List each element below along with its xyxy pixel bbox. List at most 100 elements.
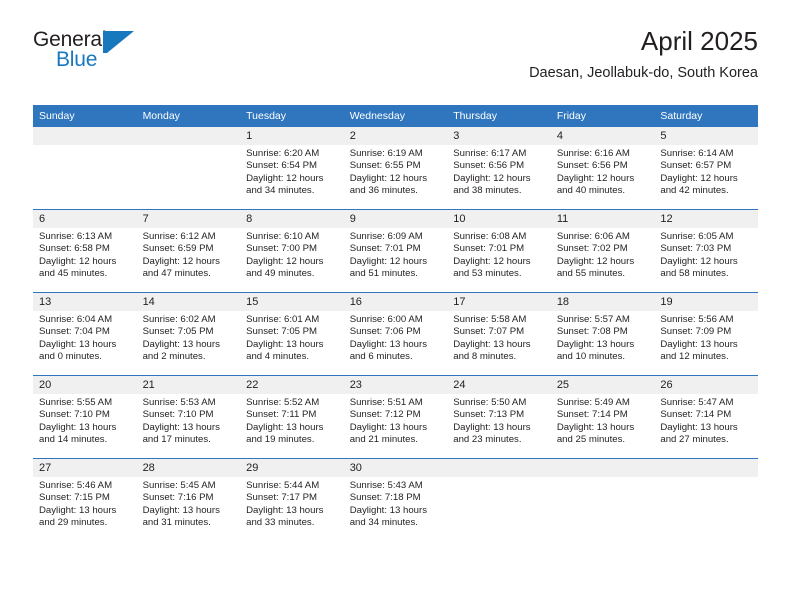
day-cell-number: 18 [550, 292, 655, 311]
sunrise-text: Sunrise: 5:57 AM [556, 314, 630, 325]
week-3-daynumbers: 13 14 15 16 17 18 19 [33, 292, 758, 311]
day-cell-number: 25 [550, 375, 655, 394]
triangle-flag-icon [103, 31, 135, 53]
weekday-header-thursday: Thursday [447, 105, 551, 127]
page-header: General Blue April 2025 Daesan, Jeollabu… [33, 26, 758, 94]
general-blue-logo: General Blue [33, 28, 163, 78]
weekday-header-monday: Monday [136, 105, 241, 127]
day-cell-details: Sunrise: 5:56 AM Sunset: 7:09 PM Dayligh… [654, 311, 758, 376]
day-cell-details: Sunrise: 6:12 AM Sunset: 6:59 PM Dayligh… [136, 228, 241, 293]
sunrise-text: Sunrise: 5:43 AM [349, 480, 423, 491]
day-cell-details [654, 477, 758, 541]
daylight-text: Daylight: 13 hours and 0 minutes. [39, 338, 117, 363]
daylight-text: Daylight: 13 hours and 8 minutes. [453, 338, 531, 363]
sunset-text: Sunset: 6:59 PM [142, 243, 214, 255]
sunset-text: Sunset: 7:06 PM [349, 326, 421, 338]
day-cell-number: 16 [343, 292, 448, 311]
day-cell-number: 15 [240, 292, 344, 311]
daylight-text: Daylight: 13 hours and 33 minutes. [246, 504, 324, 529]
sunrise-text: Sunrise: 5:49 AM [556, 397, 630, 408]
calendar-body: 1 2 3 4 5 Sunrise: 6:20 AM Sunset: 6:54 … [33, 126, 758, 541]
sunset-text: Sunset: 6:54 PM [246, 160, 318, 172]
sunset-text: Sunset: 7:11 PM [246, 409, 317, 421]
daylight-text: Daylight: 13 hours and 27 minutes. [660, 421, 738, 446]
week-1-details: Sunrise: 6:20 AM Sunset: 6:54 PM Dayligh… [33, 145, 758, 210]
daylight-text: Daylight: 12 hours and 47 minutes. [142, 255, 220, 280]
sunrise-text: Sunrise: 6:02 AM [142, 314, 216, 325]
daylight-text: Daylight: 13 hours and 21 minutes. [349, 421, 428, 446]
day-cell-number: 17 [447, 292, 551, 311]
sunrise-text: Sunrise: 6:06 AM [556, 231, 630, 242]
sunset-text: Sunset: 7:10 PM [142, 409, 214, 421]
daylight-text: Daylight: 13 hours and 4 minutes. [246, 338, 324, 363]
sunrise-text: Sunrise: 6:16 AM [556, 148, 630, 159]
calendar-page: General Blue April 2025 Daesan, Jeollabu… [0, 0, 792, 612]
weekday-header-tuesday: Tuesday [240, 105, 344, 127]
sunrise-text: Sunrise: 6:10 AM [246, 231, 320, 242]
day-cell-number: 6 [33, 209, 137, 228]
day-cell-details [447, 477, 551, 541]
daylight-text: Daylight: 12 hours and 40 minutes. [556, 172, 635, 197]
daylight-text: Daylight: 12 hours and 42 minutes. [660, 172, 738, 197]
sunrise-text: Sunrise: 5:58 AM [453, 314, 527, 325]
day-cell-details: Sunrise: 6:14 AM Sunset: 6:57 PM Dayligh… [654, 145, 758, 210]
sunrise-text: Sunrise: 5:55 AM [39, 397, 113, 408]
day-cell-details: Sunrise: 6:02 AM Sunset: 7:05 PM Dayligh… [136, 311, 241, 376]
sunrise-text: Sunrise: 6:04 AM [39, 314, 113, 325]
sunrise-text: Sunrise: 6:20 AM [246, 148, 320, 159]
sunrise-text: Sunrise: 5:52 AM [246, 397, 320, 408]
sunset-text: Sunset: 6:56 PM [453, 160, 525, 172]
daylight-text: Daylight: 12 hours and 45 minutes. [39, 255, 117, 280]
daylight-text: Daylight: 13 hours and 29 minutes. [39, 504, 117, 529]
sunset-text: Sunset: 7:12 PM [349, 409, 421, 421]
sunrise-text: Sunrise: 6:01 AM [246, 314, 320, 325]
day-cell-details: Sunrise: 6:10 AM Sunset: 7:00 PM Dayligh… [240, 228, 344, 293]
day-cell-details: Sunrise: 6:20 AM Sunset: 6:54 PM Dayligh… [240, 145, 344, 210]
day-cell-details: Sunrise: 6:01 AM Sunset: 7:05 PM Dayligh… [240, 311, 344, 376]
day-cell-details: Sunrise: 5:53 AM Sunset: 7:10 PM Dayligh… [136, 394, 241, 459]
daylight-text: Daylight: 13 hours and 31 minutes. [142, 504, 220, 529]
day-cell-number: 14 [136, 292, 241, 311]
sunset-text: Sunset: 7:05 PM [246, 326, 318, 338]
day-cell-number: 9 [343, 209, 448, 228]
daylight-text: Daylight: 13 hours and 19 minutes. [246, 421, 324, 446]
sunrise-text: Sunrise: 6:19 AM [349, 148, 423, 159]
day-cell-details: Sunrise: 5:44 AM Sunset: 7:17 PM Dayligh… [240, 477, 344, 541]
sunset-text: Sunset: 7:02 PM [556, 243, 628, 255]
day-cell-number: 21 [136, 375, 241, 394]
day-cell-details: Sunrise: 6:17 AM Sunset: 6:56 PM Dayligh… [447, 145, 551, 210]
sunrise-text: Sunrise: 5:50 AM [453, 397, 527, 408]
daylight-text: Daylight: 13 hours and 25 minutes. [556, 421, 635, 446]
sunset-text: Sunset: 7:14 PM [660, 409, 732, 421]
day-cell-details: Sunrise: 6:00 AM Sunset: 7:06 PM Dayligh… [343, 311, 448, 376]
day-cell-details: Sunrise: 6:04 AM Sunset: 7:04 PM Dayligh… [33, 311, 137, 376]
day-cell-number: 20 [33, 375, 137, 394]
daylight-text: Daylight: 13 hours and 6 minutes. [349, 338, 428, 363]
day-cell-number: 7 [136, 209, 241, 228]
day-cell-number [654, 458, 758, 477]
sunset-text: Sunset: 7:17 PM [246, 492, 318, 504]
sunrise-text: Sunrise: 6:08 AM [453, 231, 527, 242]
day-cell-details: Sunrise: 5:51 AM Sunset: 7:12 PM Dayligh… [343, 394, 448, 459]
day-cell-number: 8 [240, 209, 344, 228]
sunset-text: Sunset: 7:16 PM [142, 492, 214, 504]
sunset-text: Sunset: 7:01 PM [453, 243, 525, 255]
day-cell-details: Sunrise: 5:45 AM Sunset: 7:16 PM Dayligh… [136, 477, 241, 541]
sunset-text: Sunset: 7:09 PM [660, 326, 732, 338]
daylight-text: Daylight: 12 hours and 58 minutes. [660, 255, 738, 280]
day-cell-details: Sunrise: 5:55 AM Sunset: 7:10 PM Dayligh… [33, 394, 137, 459]
weekday-header-row: Sunday Monday Tuesday Wednesday Thursday… [33, 105, 758, 127]
sunset-text: Sunset: 7:05 PM [142, 326, 214, 338]
daylight-text: Daylight: 12 hours and 49 minutes. [246, 255, 324, 280]
sunset-text: Sunset: 7:01 PM [349, 243, 421, 255]
page-subtitle: Daesan, Jeollabuk-do, South Korea [529, 65, 758, 81]
day-cell-number: 10 [447, 209, 551, 228]
sunrise-text: Sunrise: 6:13 AM [39, 231, 113, 242]
daylight-text: Daylight: 13 hours and 23 minutes. [453, 421, 531, 446]
day-cell-number [550, 458, 655, 477]
sunset-text: Sunset: 7:00 PM [246, 243, 318, 255]
day-cell-number: 2 [343, 126, 448, 145]
day-cell-details [550, 477, 655, 541]
day-cell-number: 22 [240, 375, 344, 394]
sunset-text: Sunset: 7:07 PM [453, 326, 525, 338]
